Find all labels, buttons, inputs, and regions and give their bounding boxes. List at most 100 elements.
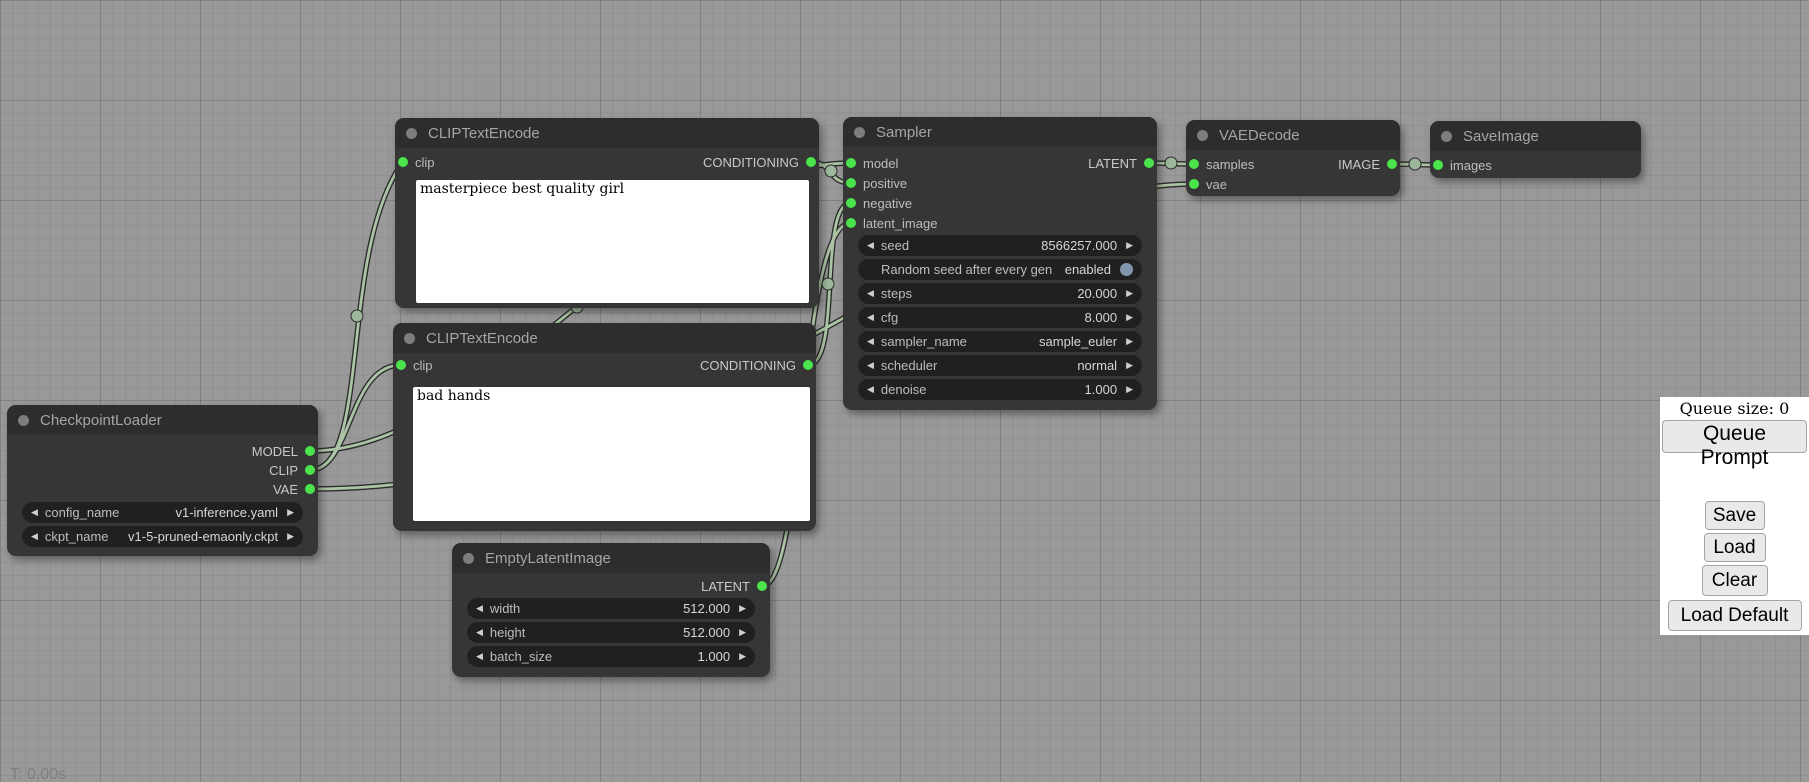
collapse-dot-icon[interactable] — [18, 415, 29, 426]
port-dot-icon[interactable] — [1144, 158, 1154, 168]
port-dot-icon[interactable] — [398, 157, 408, 167]
widget-width[interactable]: ◀ width 512.000 ▶ — [467, 598, 755, 619]
port-dot-icon[interactable] — [1189, 159, 1199, 169]
load-default-button[interactable]: Load Default — [1668, 600, 1802, 631]
port-dot-icon[interactable] — [305, 446, 315, 456]
node-checkpoint-loader[interactable]: CheckpointLoader MODEL CLIP VAE ◀ config… — [7, 405, 318, 556]
port-dot-icon[interactable] — [1387, 159, 1397, 169]
increment-arrow-icon[interactable]: ▶ — [1126, 313, 1133, 322]
port-dot-icon[interactable] — [846, 218, 856, 228]
decrement-arrow-icon[interactable]: ◀ — [476, 652, 483, 661]
widget-sampler-name[interactable]: ◀ sampler_name sample_euler ▶ — [858, 331, 1142, 352]
positive-prompt-textarea[interactable] — [416, 180, 809, 303]
increment-arrow-icon[interactable]: ▶ — [1126, 361, 1133, 370]
node-header[interactable]: CheckpointLoader — [7, 405, 318, 435]
decrement-arrow-icon[interactable]: ◀ — [476, 604, 483, 613]
link-clip-to-negative-encode — [310, 365, 401, 470]
increment-arrow-icon[interactable]: ▶ — [1126, 385, 1133, 394]
decrement-arrow-icon[interactable]: ◀ — [867, 241, 874, 250]
input-port-images[interactable]: images — [1433, 158, 1492, 172]
collapse-dot-icon[interactable] — [463, 553, 474, 564]
input-port-clip[interactable]: clip — [398, 155, 435, 169]
collapse-dot-icon[interactable] — [404, 333, 415, 344]
collapse-dot-icon[interactable] — [1197, 130, 1208, 141]
increment-arrow-icon[interactable]: ▶ — [1126, 337, 1133, 346]
output-port-latent[interactable]: LATENT — [1088, 156, 1154, 170]
widget-height[interactable]: ◀ height 512.000 ▶ — [467, 622, 755, 643]
node-sampler[interactable]: Sampler model positive negative latent_i… — [843, 117, 1157, 410]
node-empty-latent-image[interactable]: EmptyLatentImage LATENT ◀ width 512.000 … — [452, 543, 770, 677]
widget-config-name[interactable]: ◀ config_name v1-inference.yaml ▶ — [22, 502, 303, 523]
port-dot-icon[interactable] — [757, 581, 767, 591]
decrement-arrow-icon[interactable]: ◀ — [31, 532, 38, 541]
port-dot-icon[interactable] — [1433, 160, 1443, 170]
node-vae-decode[interactable]: VAEDecode samples vae IMAGE — [1186, 120, 1400, 196]
increment-arrow-icon[interactable]: ▶ — [287, 532, 294, 541]
collapse-dot-icon[interactable] — [854, 127, 865, 138]
node-header[interactable]: EmptyLatentImage — [452, 543, 770, 573]
widget-seed[interactable]: ◀ seed 8566257.000 ▶ — [858, 235, 1142, 256]
increment-arrow-icon[interactable]: ▶ — [287, 508, 294, 517]
input-port-clip[interactable]: clip — [396, 358, 433, 372]
output-port-conditioning[interactable]: CONDITIONING — [700, 358, 813, 372]
node-header[interactable]: CLIPTextEncode — [393, 323, 816, 353]
decrement-arrow-icon[interactable]: ◀ — [867, 289, 874, 298]
collapse-dot-icon[interactable] — [1441, 131, 1452, 142]
increment-arrow-icon[interactable]: ▶ — [739, 604, 746, 613]
increment-arrow-icon[interactable]: ▶ — [1126, 289, 1133, 298]
port-dot-icon[interactable] — [846, 198, 856, 208]
port-dot-icon[interactable] — [1189, 179, 1199, 189]
widget-scheduler[interactable]: ◀ scheduler normal ▶ — [858, 355, 1142, 376]
widget-denoise[interactable]: ◀ denoise 1.000 ▶ — [858, 379, 1142, 400]
widget-cfg[interactable]: ◀ cfg 8.000 ▶ — [858, 307, 1142, 328]
queue-prompt-button[interactable]: Queue Prompt — [1662, 420, 1807, 453]
input-port-negative[interactable]: negative — [846, 196, 912, 210]
input-port-samples[interactable]: samples — [1189, 157, 1254, 171]
decrement-arrow-icon[interactable]: ◀ — [31, 508, 38, 517]
node-header[interactable]: CLIPTextEncode — [395, 118, 819, 148]
negative-prompt-textarea[interactable] — [413, 387, 810, 521]
decrement-arrow-icon[interactable]: ◀ — [867, 337, 874, 346]
output-port-model[interactable]: MODEL — [252, 444, 315, 458]
decrement-arrow-icon[interactable]: ◀ — [867, 385, 874, 394]
node-clip-text-encode-positive[interactable]: CLIPTextEncode clip CONDITIONING — [395, 118, 819, 308]
output-port-clip[interactable]: CLIP — [269, 463, 315, 477]
port-dot-icon[interactable] — [305, 484, 315, 494]
node-header[interactable]: VAEDecode — [1186, 120, 1400, 150]
widget-value: 512.000 — [683, 601, 730, 616]
input-port-model[interactable]: model — [846, 156, 898, 170]
widget-ckpt-name[interactable]: ◀ ckpt_name v1-5-pruned-emaonly.ckpt ▶ — [22, 526, 303, 547]
input-port-vae[interactable]: vae — [1189, 177, 1227, 191]
output-port-vae[interactable]: VAE — [273, 482, 315, 496]
output-port-conditioning[interactable]: CONDITIONING — [703, 155, 816, 169]
increment-arrow-icon[interactable]: ▶ — [1126, 241, 1133, 250]
input-port-positive[interactable]: positive — [846, 176, 907, 190]
decrement-arrow-icon[interactable]: ◀ — [476, 628, 483, 637]
decrement-arrow-icon[interactable]: ◀ — [867, 313, 874, 322]
node-graph-canvas[interactable]: T: 0.00s CheckpointLoader MODEL CLIP VAE… — [0, 0, 1809, 782]
input-port-latent-image[interactable]: latent_image — [846, 216, 937, 230]
load-button[interactable]: Load — [1704, 533, 1766, 562]
output-port-image[interactable]: IMAGE — [1338, 157, 1397, 171]
output-port-latent[interactable]: LATENT — [701, 579, 767, 593]
collapse-dot-icon[interactable] — [406, 128, 417, 139]
decrement-arrow-icon[interactable]: ◀ — [867, 361, 874, 370]
port-dot-icon[interactable] — [846, 158, 856, 168]
port-dot-icon[interactable] — [396, 360, 406, 370]
save-button[interactable]: Save — [1705, 501, 1765, 530]
widget-steps[interactable]: ◀ steps 20.000 ▶ — [858, 283, 1142, 304]
clear-button[interactable]: Clear — [1702, 565, 1768, 596]
widget-random-seed-toggle[interactable]: Random seed after every gen enabled — [858, 259, 1142, 280]
port-dot-icon[interactable] — [803, 360, 813, 370]
increment-arrow-icon[interactable]: ▶ — [739, 628, 746, 637]
port-dot-icon[interactable] — [806, 157, 816, 167]
widget-batch-size[interactable]: ◀ batch_size 1.000 ▶ — [467, 646, 755, 667]
node-header[interactable]: Sampler — [843, 117, 1157, 147]
node-header[interactable]: SaveImage — [1430, 121, 1641, 151]
toggle-icon[interactable] — [1120, 263, 1133, 276]
node-save-image[interactable]: SaveImage images — [1430, 121, 1641, 178]
increment-arrow-icon[interactable]: ▶ — [739, 652, 746, 661]
node-clip-text-encode-negative[interactable]: CLIPTextEncode clip CONDITIONING — [393, 323, 816, 531]
port-dot-icon[interactable] — [846, 178, 856, 188]
port-dot-icon[interactable] — [305, 465, 315, 475]
